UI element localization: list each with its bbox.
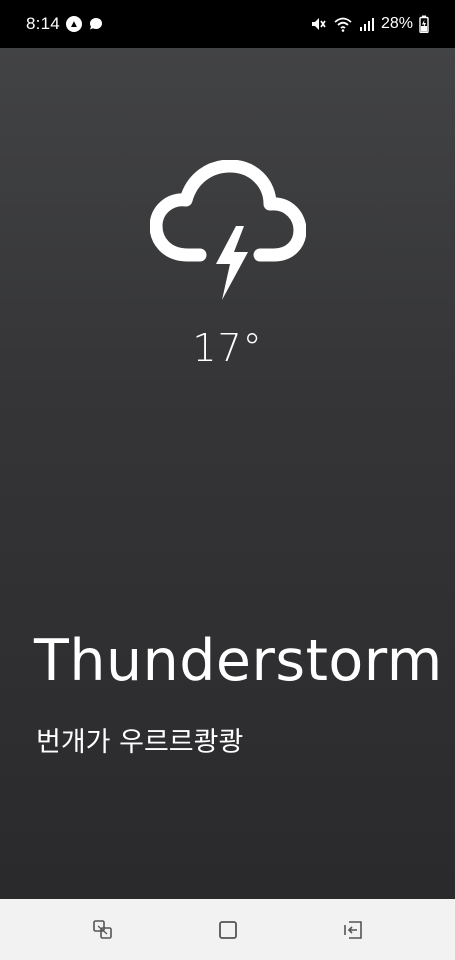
temperature: 17°	[192, 326, 263, 370]
back-button[interactable]	[333, 910, 373, 950]
status-left: 8:14 ▲	[26, 14, 104, 34]
weather-screen: 8:14 ▲ 28% 17° Thunderstorm 번개가 우르르쾅쾅	[0, 0, 455, 960]
wifi-icon	[333, 15, 353, 33]
chat-icon	[88, 16, 104, 32]
status-right: 28%	[309, 15, 429, 33]
mute-icon	[309, 15, 327, 33]
battery-charging-icon	[419, 15, 429, 33]
recent-apps-icon	[92, 919, 112, 939]
battery-percent: 28%	[380, 15, 413, 32]
home-button[interactable]	[208, 910, 248, 950]
status-bar: 8:14 ▲ 28%	[0, 0, 455, 48]
back-icon	[343, 920, 362, 939]
home-icon	[218, 920, 237, 939]
signal-icon	[359, 16, 375, 32]
navigation-bar	[0, 899, 455, 960]
condition-subtitle: 번개가 우르르쾅쾅	[36, 727, 244, 758]
thunderstorm-icon	[149, 159, 307, 302]
recent-apps-button[interactable]	[83, 910, 123, 950]
weather-panel: 17° Thunderstorm 번개가 우르르쾅쾅	[0, 48, 455, 899]
navigation-app-icon: ▲	[65, 16, 82, 32]
status-time: 8:14	[26, 14, 60, 33]
condition-title: Thunderstorm	[34, 628, 443, 694]
